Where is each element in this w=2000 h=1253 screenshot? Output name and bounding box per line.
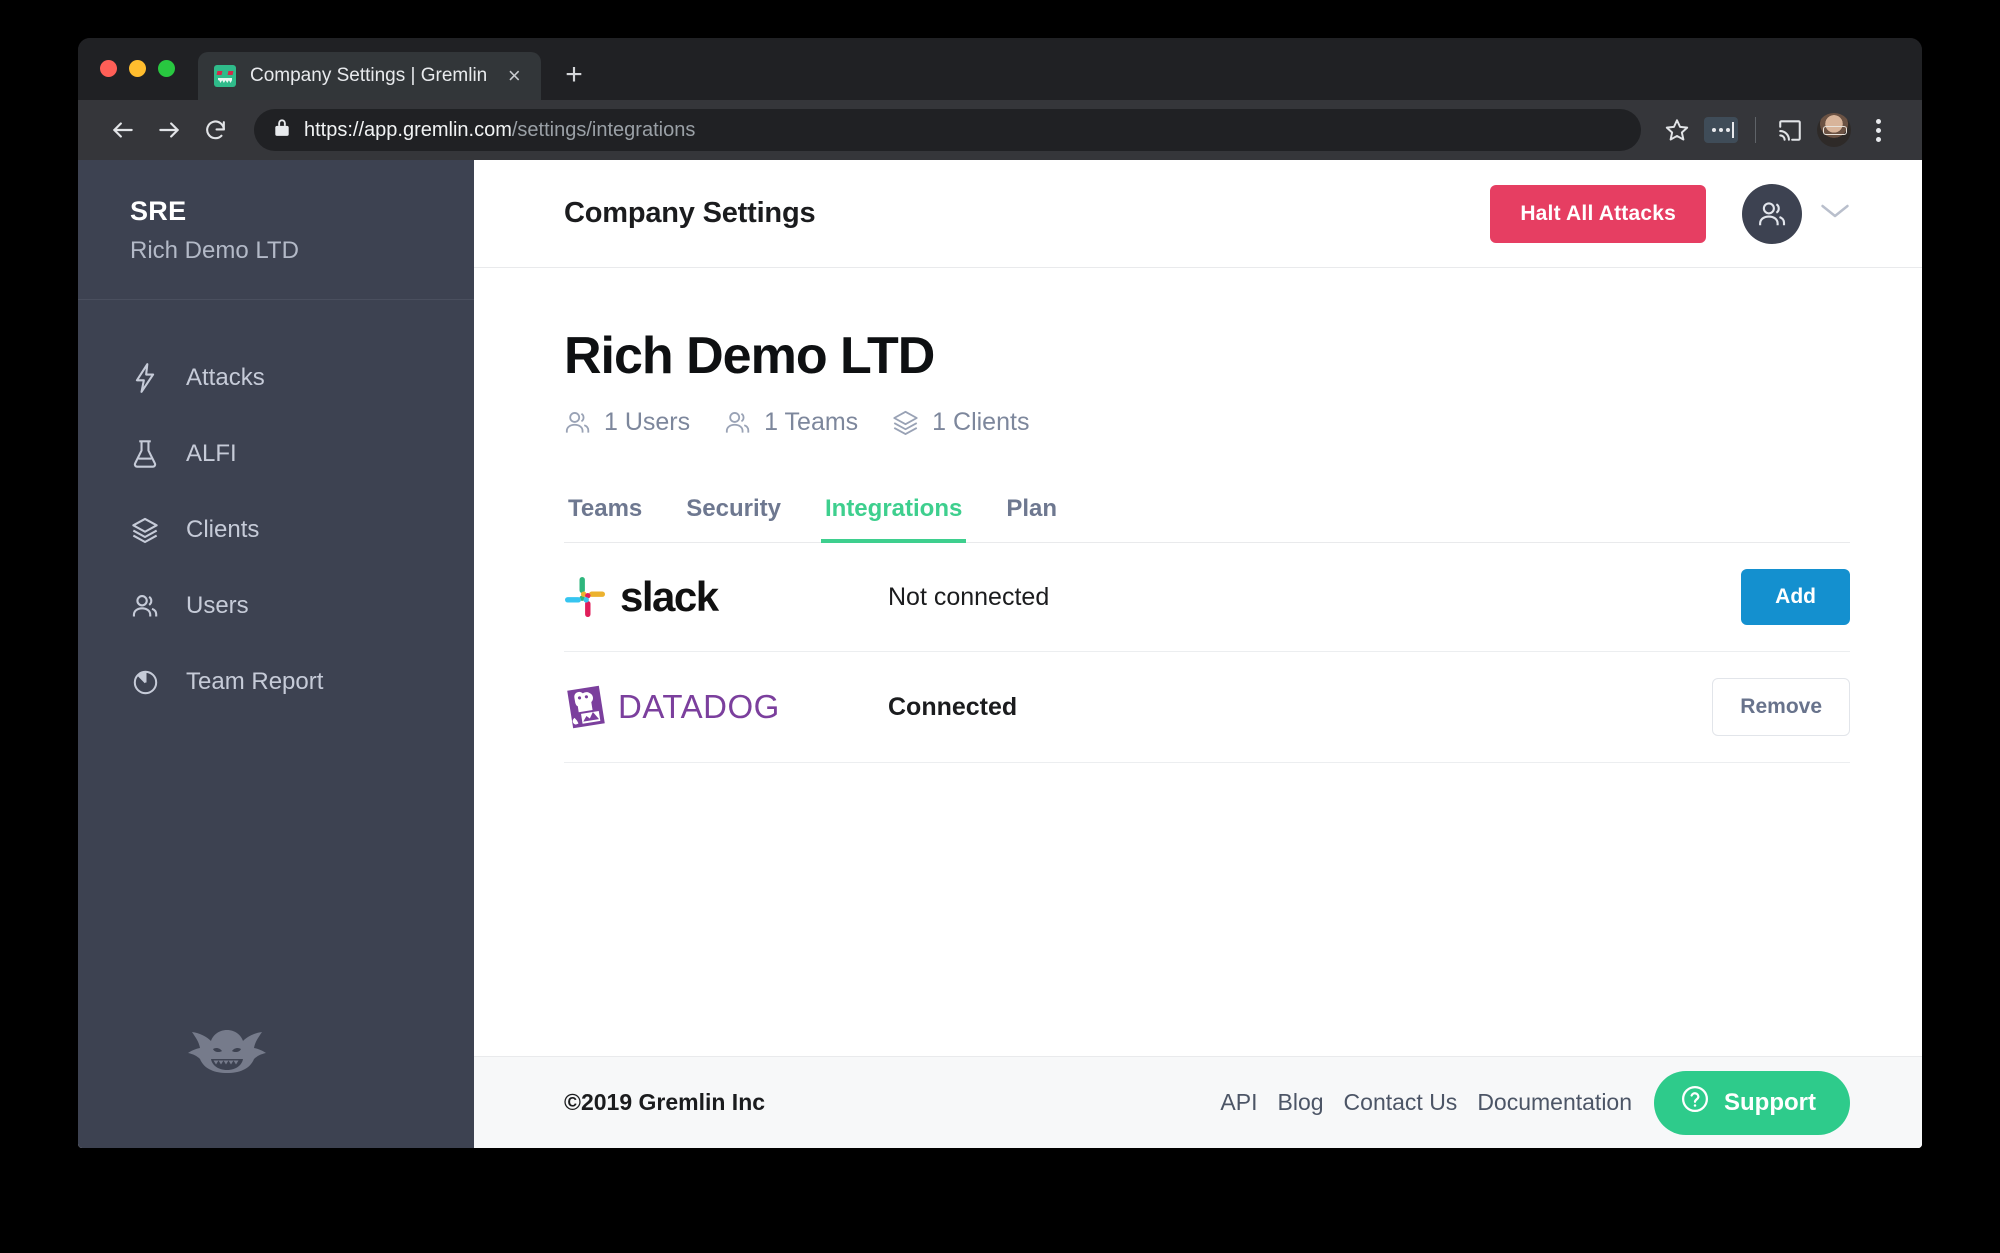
settings-content: Rich Demo LTD 1 Users 1 Teams 1 Clients … bbox=[474, 268, 1922, 1056]
remove-integration-button[interactable]: Remove bbox=[1712, 678, 1850, 736]
users-icon bbox=[564, 409, 591, 436]
profile-avatar[interactable] bbox=[1812, 108, 1856, 152]
footer-link-blog[interactable]: Blog bbox=[1278, 1089, 1324, 1116]
browser-tab-strip: Company Settings | Gremlin × + bbox=[78, 38, 1922, 100]
sidebar-item-attacks[interactable]: Attacks bbox=[78, 340, 474, 416]
settings-tabs: Teams Security Integrations Plan bbox=[564, 495, 1850, 543]
sidebar-item-label: Attacks bbox=[186, 364, 265, 391]
gremlin-favicon-icon bbox=[214, 65, 236, 87]
new-tab-button[interactable]: + bbox=[565, 60, 583, 90]
sidebar-item-users[interactable]: Users bbox=[78, 568, 474, 644]
flask-icon bbox=[130, 439, 160, 469]
integration-logo-slack: slack bbox=[564, 573, 888, 621]
application-viewport: SRE Rich Demo LTD Attacks ALFI Clients U… bbox=[78, 160, 1922, 1148]
layers-icon bbox=[130, 515, 160, 545]
question-circle-icon bbox=[1680, 1084, 1710, 1121]
sidebar-item-label: Users bbox=[186, 592, 249, 619]
page-header-title: Company Settings bbox=[564, 197, 816, 229]
maximize-window-button[interactable] bbox=[158, 60, 175, 77]
close-window-button[interactable] bbox=[100, 60, 117, 77]
address-bar-text: https://app.gremlin.com/settings/integra… bbox=[304, 119, 695, 142]
datadog-logo-icon bbox=[564, 684, 608, 730]
sidebar: SRE Rich Demo LTD Attacks ALFI Clients U… bbox=[78, 160, 474, 1148]
sidebar-item-label: Team Report bbox=[186, 668, 324, 695]
support-button-label: Support bbox=[1724, 1088, 1816, 1116]
extension-badge-icon[interactable] bbox=[1699, 108, 1743, 152]
integration-status: Not connected bbox=[888, 582, 1050, 611]
footer-link-documentation[interactable]: Documentation bbox=[1477, 1089, 1632, 1116]
close-tab-icon[interactable]: × bbox=[501, 65, 527, 87]
star-icon[interactable] bbox=[1655, 108, 1699, 152]
pie-chart-icon bbox=[130, 667, 160, 697]
url-path: /settings/integrations bbox=[511, 118, 696, 141]
browser-window: Company Settings | Gremlin × + https://a… bbox=[78, 38, 1922, 1148]
add-integration-button[interactable]: Add bbox=[1741, 569, 1850, 625]
window-controls bbox=[100, 60, 175, 77]
page-title: Rich Demo LTD bbox=[564, 327, 935, 385]
users-icon bbox=[130, 591, 160, 621]
stat-teams: 1 Teams bbox=[724, 408, 858, 437]
tab-security[interactable]: Security bbox=[682, 495, 785, 543]
stat-label: 1 Teams bbox=[764, 408, 859, 436]
slack-logo-icon bbox=[564, 576, 606, 618]
tab-teams[interactable]: Teams bbox=[564, 495, 646, 543]
sidebar-item-team-report[interactable]: Team Report bbox=[78, 644, 474, 720]
page-footer: ©2019 Gremlin Inc API Blog Contact Us Do… bbox=[474, 1056, 1922, 1148]
sidebar-item-label: Clients bbox=[186, 516, 260, 543]
user-menu[interactable] bbox=[1742, 183, 1850, 244]
page-header: Company Settings Halt All Attacks bbox=[474, 160, 1922, 268]
sidebar-item-alfi[interactable]: ALFI bbox=[78, 416, 474, 492]
integration-status: Connected bbox=[888, 692, 1018, 721]
stat-label: 1 Clients bbox=[932, 408, 1030, 436]
main-content: Company Settings Halt All Attacks Rich D… bbox=[474, 160, 1922, 1148]
integration-logo-datadog: DATADOG bbox=[564, 684, 888, 730]
lock-icon bbox=[274, 118, 290, 142]
reload-icon[interactable] bbox=[192, 107, 238, 153]
footer-link-api[interactable]: API bbox=[1220, 1089, 1257, 1116]
integration-row: slack Not connected Add bbox=[564, 543, 1850, 652]
user-avatar-icon[interactable] bbox=[1742, 183, 1802, 244]
browser-toolbar: https://app.gremlin.com/settings/integra… bbox=[78, 100, 1922, 160]
org-stats: 1 Users 1 Teams 1 Clients bbox=[564, 408, 1850, 437]
integration-row: DATADOG Connected Remove bbox=[564, 652, 1850, 763]
footer-links: API Blog Contact Us Documentation bbox=[1220, 1089, 1632, 1116]
forward-arrow-icon[interactable] bbox=[146, 107, 192, 153]
sidebar-item-label: ALFI bbox=[186, 440, 237, 467]
chevron-down-icon[interactable] bbox=[1820, 202, 1850, 225]
tab-integrations[interactable]: Integrations bbox=[820, 495, 967, 543]
tab-plan[interactable]: Plan bbox=[1002, 495, 1061, 543]
stat-clients: 1 Clients bbox=[892, 408, 1029, 437]
url-host: https://app.gremlin.com bbox=[304, 118, 512, 141]
copyright-text: ©2019 Gremlin Inc bbox=[564, 1089, 766, 1115]
sidebar-brand[interactable]: SRE Rich Demo LTD bbox=[78, 160, 474, 300]
support-button[interactable]: Support bbox=[1654, 1070, 1850, 1135]
users-icon bbox=[724, 409, 751, 436]
sidebar-nav: Attacks ALFI Clients Users Team Report bbox=[78, 300, 474, 720]
toolbar-divider bbox=[1755, 117, 1756, 143]
sidebar-brand-title: SRE bbox=[130, 196, 187, 226]
sidebar-item-clients[interactable]: Clients bbox=[78, 492, 474, 568]
halt-all-attacks-button[interactable]: Halt All Attacks bbox=[1490, 184, 1706, 243]
layers-icon bbox=[892, 409, 919, 436]
lightning-bolt-icon bbox=[130, 363, 160, 393]
browser-tab[interactable]: Company Settings | Gremlin × bbox=[198, 52, 542, 100]
gremlin-mascot-logo-icon bbox=[186, 1024, 268, 1086]
stat-users: 1 Users bbox=[564, 408, 690, 437]
sidebar-brand-subtitle: Rich Demo LTD bbox=[130, 237, 299, 264]
address-bar[interactable]: https://app.gremlin.com/settings/integra… bbox=[254, 109, 1641, 151]
integration-name: DATADOG bbox=[618, 688, 780, 725]
stat-label: 1 Users bbox=[604, 408, 691, 436]
minimize-window-button[interactable] bbox=[129, 60, 146, 77]
kebab-menu-icon[interactable] bbox=[1856, 108, 1900, 152]
footer-link-contact-us[interactable]: Contact Us bbox=[1344, 1089, 1458, 1116]
back-arrow-icon[interactable] bbox=[100, 107, 146, 153]
integration-name: slack bbox=[620, 573, 719, 620]
tab-title: Company Settings | Gremlin bbox=[250, 65, 488, 86]
cast-icon[interactable] bbox=[1768, 108, 1812, 152]
